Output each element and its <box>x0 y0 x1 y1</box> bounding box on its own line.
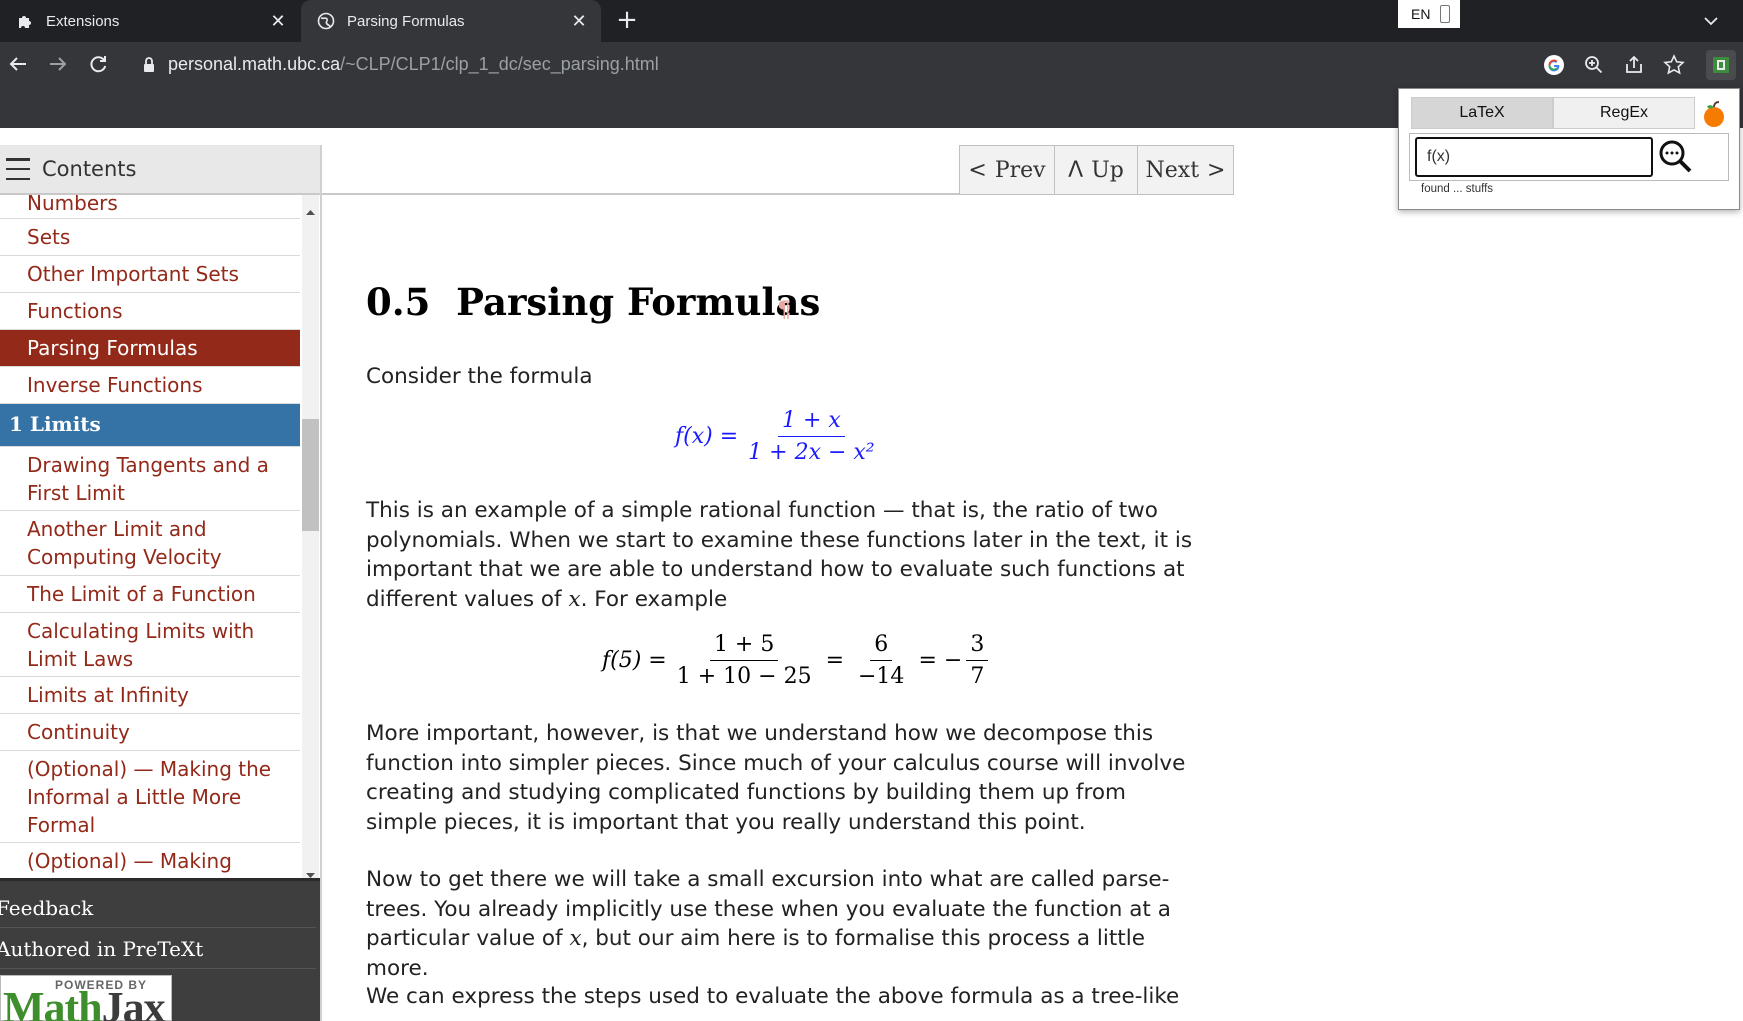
address-bar[interactable]: personal.math.ubc.ca/~CLP/CLP1/clp_1_dc/… <box>168 54 659 75</box>
paragraph-5: We can express the steps used to evaluat… <box>366 984 1180 1009</box>
next-button[interactable]: Next > <box>1137 145 1234 195</box>
tab-latex[interactable]: LaTeX <box>1411 97 1553 129</box>
tab-search-chevron-icon[interactable] <box>1700 10 1722 32</box>
scroll-down-arrow-icon[interactable] <box>305 865 316 878</box>
paragraph-1: Consider the formula <box>366 364 593 389</box>
pretext-link[interactable]: Authored in PreTeXt <box>0 929 316 969</box>
toc-item-limits-at-infinity[interactable]: Limits at Infinity <box>0 677 300 714</box>
keyboard-icon <box>1440 5 1451 23</box>
toc-item-sets[interactable]: Sets <box>0 219 300 256</box>
toc-scrollbar-thumb[interactable] <box>302 419 319 531</box>
formula-f-of-5: f(5) = 1 + 51 + 10 − 25 = 6 −14 = − 37 <box>602 632 989 689</box>
forward-arrow-icon[interactable] <box>46 53 70 77</box>
hamburger-menu-icon[interactable] <box>6 158 30 180</box>
toc-item-numbers[interactable]: Numbers <box>0 195 300 219</box>
search-input[interactable]: f(x) <box>1415 137 1653 177</box>
tab-title: Extensions <box>46 12 120 30</box>
scroll-up-arrow-icon[interactable] <box>305 201 316 215</box>
toc-item-optional-infinite[interactable]: (Optional) — Making Infinite <box>0 843 300 901</box>
share-icon[interactable] <box>1622 53 1646 77</box>
paragraph-2: This is an example of a simple rational … <box>366 498 1193 612</box>
toc-scrollbar[interactable] <box>302 195 319 878</box>
prev-button[interactable]: < Prev <box>959 145 1055 195</box>
paragraph-4: Now to get there we will take a small ex… <box>366 867 1171 981</box>
tab-title: Parsing Formulas <box>347 12 465 30</box>
permalink-pilcrow-icon[interactable]: ¶ <box>777 298 791 323</box>
extension-icon[interactable] <box>1706 50 1736 80</box>
mathjax-logo: MathJax <box>3 983 166 1021</box>
toc-item-other-important-sets[interactable]: Other Important Sets <box>0 256 300 293</box>
paragraph-3: More important, however, is that we unde… <box>366 721 1186 835</box>
toc-item-inverse-functions[interactable]: Inverse Functions <box>0 367 300 404</box>
puzzle-icon <box>16 12 34 30</box>
zoom-icon[interactable] <box>1582 53 1606 77</box>
tab-parsing-formulas[interactable]: Parsing Formulas ✕ <box>301 0 601 42</box>
up-button[interactable]: Λ Up <box>1054 145 1138 195</box>
tab-extensions[interactable]: Extensions ✕ <box>0 0 300 42</box>
reload-icon[interactable] <box>86 53 110 77</box>
toc-sidebar: Contents Numbers Sets Other Important Se… <box>0 145 322 1021</box>
tab-regex[interactable]: RegEx <box>1553 97 1695 129</box>
close-icon[interactable]: ✕ <box>268 11 288 31</box>
toc-item-drawing-tangents[interactable]: Drawing Tangents and a First Limit <box>0 447 300 511</box>
toc-item-continuity[interactable]: Continuity <box>0 714 300 751</box>
google-icon[interactable] <box>1542 53 1566 77</box>
chevron-right-icon: > <box>1207 157 1226 183</box>
toc-item-parsing-formulas[interactable]: Parsing Formulas <box>0 330 300 367</box>
feedback-link[interactable]: Feedback <box>0 888 316 928</box>
toc-item-limit-of-function[interactable]: The Limit of a Function <box>0 576 300 613</box>
mathjax-badge[interactable]: POWERED BY MathJax <box>0 975 172 1021</box>
bookmark-star-icon[interactable] <box>1662 53 1686 77</box>
url-host: personal.math.ubc.ca <box>168 54 341 74</box>
toc-title: Contents <box>42 157 137 181</box>
lock-icon[interactable] <box>142 56 156 74</box>
extension-popup: LaTeX RegEx f(x) found ... stuffs <box>1398 88 1740 210</box>
formula-f-of-x: f(x) = 1 + x1 + 2x − x² <box>675 408 875 465</box>
toc-header[interactable]: Contents <box>0 145 320 195</box>
toc-chapter-limits[interactable]: 1 Limits <box>0 404 300 447</box>
new-tab-button[interactable]: + <box>614 7 640 34</box>
orange-fruit-icon[interactable] <box>1699 99 1729 129</box>
chevron-left-icon: < <box>968 157 987 183</box>
search-icon[interactable] <box>1657 138 1695 176</box>
url-path: /~CLP/CLP1/clp_1_dc/sec_parsing.html <box>340 54 659 74</box>
toc-item-limit-laws[interactable]: Calculating Limits with Limit Laws <box>0 613 300 677</box>
page-title: 0.5 Parsing Formulas <box>366 280 821 324</box>
caret-up-icon: Λ <box>1068 157 1084 183</box>
close-icon[interactable]: ✕ <box>569 11 589 31</box>
globe-icon <box>317 12 335 30</box>
language-indicator[interactable]: EN <box>1398 0 1460 28</box>
search-status: found ... stuffs <box>1421 183 1494 195</box>
toc-item-functions[interactable]: Functions <box>0 293 300 330</box>
toc-item-another-limit[interactable]: Another Limit and Computing Velocity <box>0 511 300 576</box>
toc-item-optional-formal[interactable]: (Optional) — Making the Informal a Littl… <box>0 751 300 843</box>
back-arrow-icon[interactable] <box>6 53 30 77</box>
